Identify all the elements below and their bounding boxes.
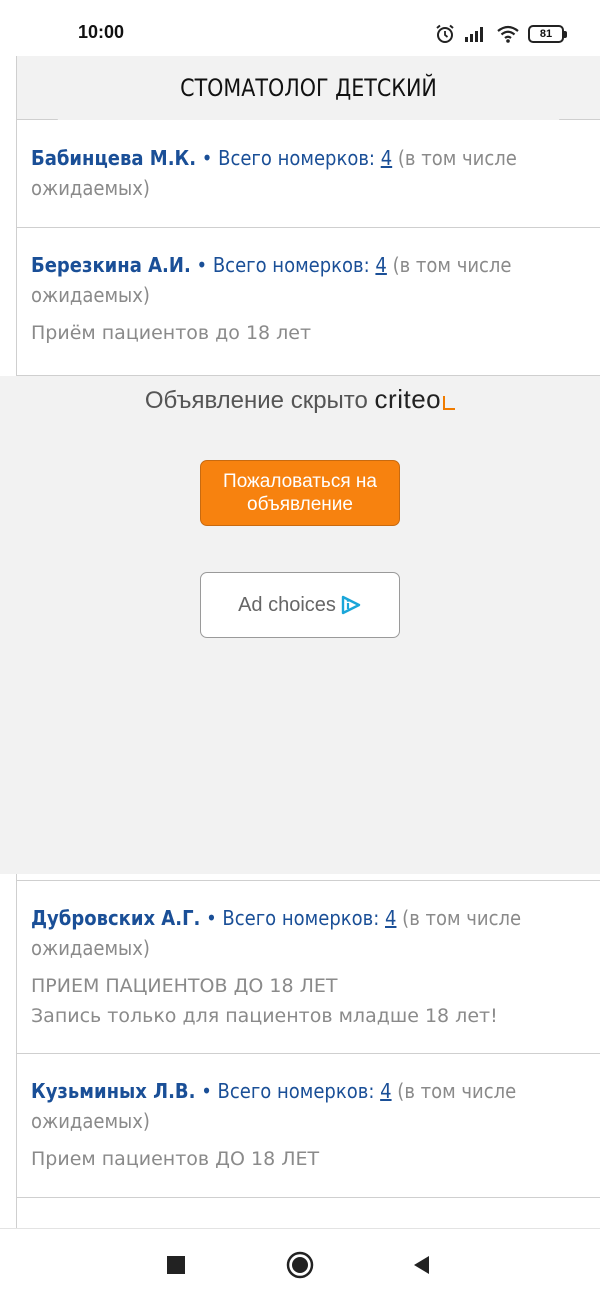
section-header: СТОМАТОЛОГ ДЕТСКИЙ (17, 56, 600, 120)
battery-level: 81 (539, 28, 553, 40)
doctor-item[interactable]: Бабинцева М.К. • Всего номерков: 4 (в то… (17, 121, 600, 228)
ticket-count-link[interactable]: 4 (380, 1079, 391, 1103)
ad-hidden-text: Объявление скрыто (144, 387, 368, 414)
status-icons: 81 (434, 22, 567, 46)
criteo-logo: criteo (375, 384, 456, 414)
adchoices-button[interactable]: Ad choices (200, 572, 400, 638)
separator: • (195, 1079, 218, 1103)
doctor-note: Прием пациентов ДО 18 ЛЕТ (31, 1148, 320, 1170)
status-bar: 10:00 81 (0, 0, 600, 58)
doctor-note: ПРИЕМ ПАЦИЕНТОВ ДО 18 ЛЕТ (31, 975, 338, 997)
signal-icon (465, 27, 483, 42)
back-button[interactable] (406, 1249, 438, 1281)
doctor-line: Березкина А.И. • Всего номерков: 4 (в то… (31, 250, 587, 310)
ad-hidden-row: Объявление скрыто criteo (0, 384, 600, 415)
doctor-line: Кузьминых Л.В. • Всего номерков: 4 (в то… (31, 1076, 587, 1136)
recents-square-icon (167, 1256, 185, 1274)
home-circle-icon (286, 1251, 314, 1279)
doctor-name[interactable]: Березкина А.И. (31, 253, 191, 277)
criteo-mark-icon (443, 396, 456, 410)
doctor-note: Приём пациентов до 18 лет (31, 322, 312, 344)
ticket-count-link[interactable]: 4 (381, 146, 392, 170)
total-label: Всего номерков: (212, 253, 376, 277)
doctor-line: Бабинцева М.К. • Всего номерков: 4 (в то… (31, 143, 587, 203)
recents-button[interactable] (160, 1249, 192, 1281)
navigation-bar (0, 1228, 600, 1299)
doctor-item[interactable]: Березкина А.И. • Всего номерков: 4 (в то… (17, 228, 600, 376)
separator: • (190, 253, 213, 277)
doctor-name[interactable]: Бабинцева М.К. (31, 146, 196, 170)
back-triangle-icon (414, 1256, 429, 1274)
adchoices-icon (341, 595, 361, 615)
adchoices-label: Ad choices (238, 593, 336, 616)
total-label: Всего номерков: (222, 906, 386, 930)
total-label: Всего номерков: (218, 146, 381, 170)
battery-icon: 81 (528, 25, 567, 43)
doctor-item[interactable]: Дубровских А.Г. • Всего номерков: 4 (в т… (17, 880, 600, 1054)
doctor-name[interactable]: Дубровских А.Г. (31, 906, 200, 930)
criteo-brand: criteo (374, 384, 442, 414)
doctor-name[interactable]: Кузьминых Л.В. (31, 1079, 195, 1103)
doctor-item[interactable]: Кузьминых Л.В. • Всего номерков: 4 (в то… (17, 1054, 600, 1198)
ad-block: Объявление скрыто criteo Пожаловаться на… (0, 376, 600, 874)
report-ad-button[interactable]: Пожаловаться на объявление (200, 460, 400, 526)
status-time: 10:00 (78, 22, 125, 42)
doctor-note: Запись только для пациентов младше 18 ле… (31, 1005, 498, 1027)
wifi-icon (497, 25, 519, 43)
separator: • (196, 146, 219, 170)
alarm-icon (436, 24, 454, 43)
section-title: СТОМАТОЛОГ ДЕТСКИЙ (57, 56, 560, 120)
separator: • (200, 906, 223, 930)
home-button[interactable] (284, 1249, 316, 1281)
doctor-line: Дубровских А.Г. • Всего номерков: 4 (в т… (31, 903, 587, 963)
ticket-count-link[interactable]: 4 (375, 253, 386, 277)
total-label: Всего номерков: (217, 1079, 381, 1103)
ticket-count-link[interactable]: 4 (385, 906, 396, 930)
